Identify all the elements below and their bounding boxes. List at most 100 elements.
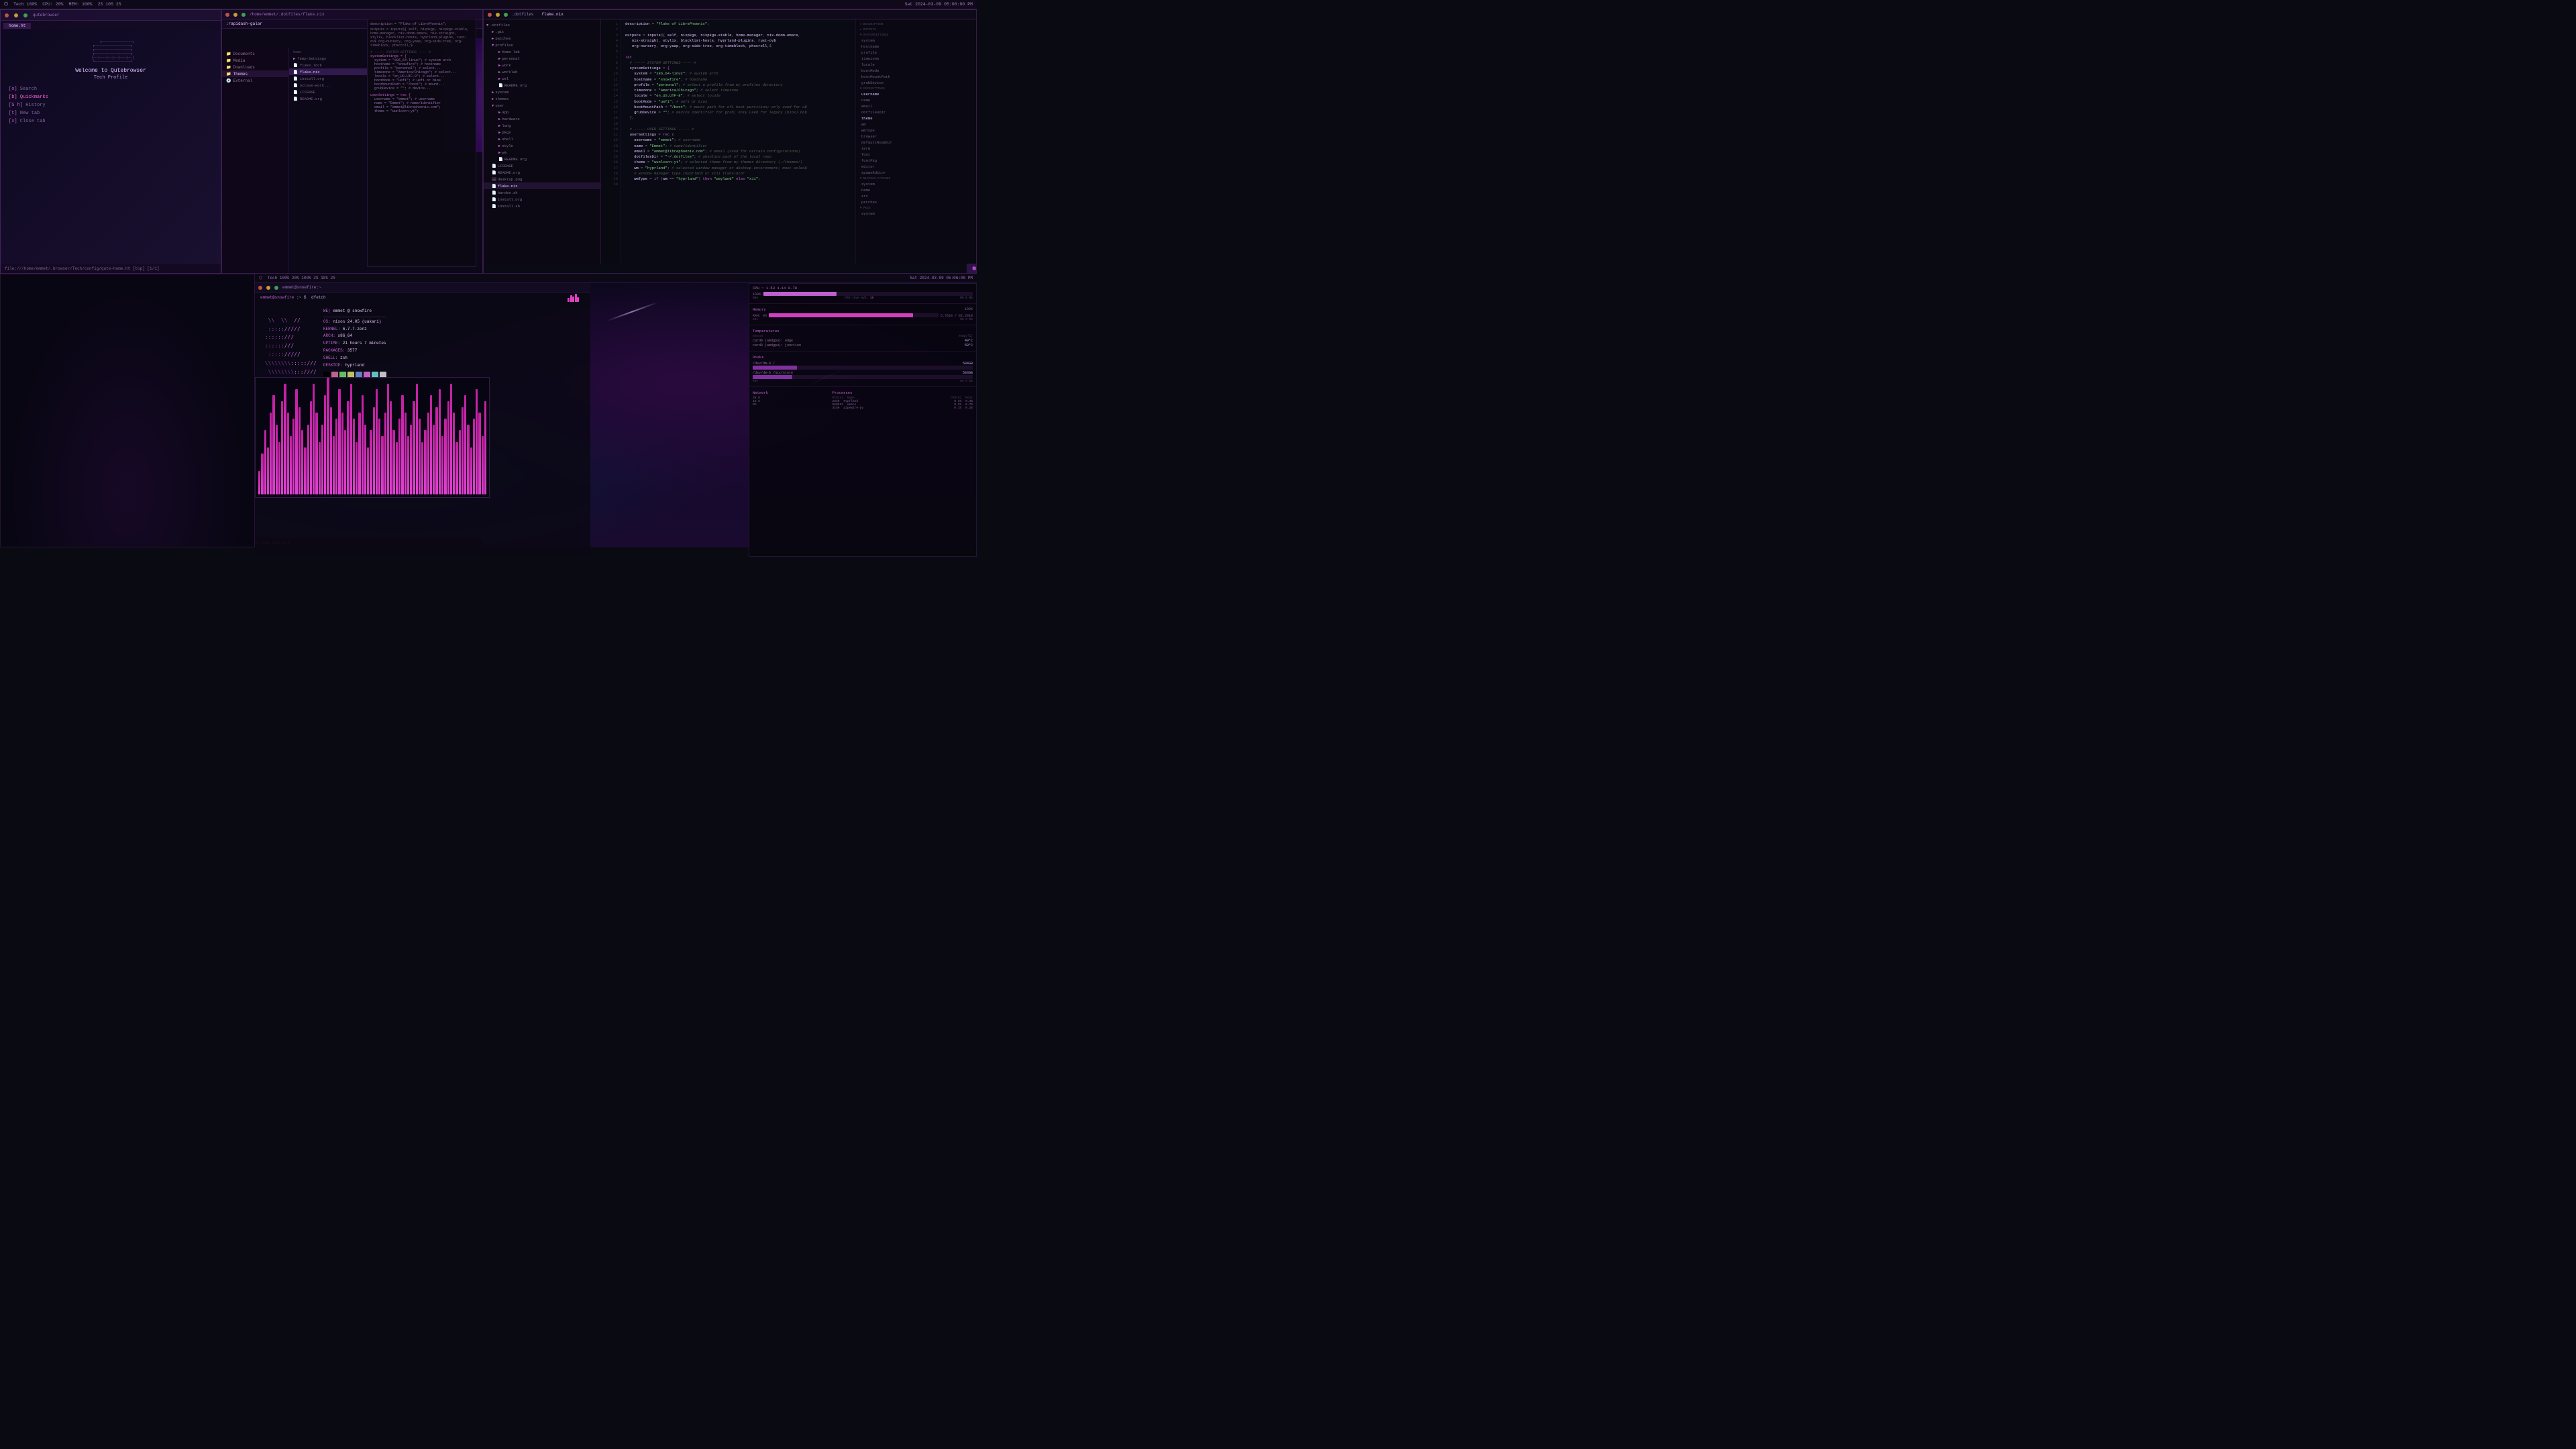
fm-sidebar-themes[interactable]: 📁Themes bbox=[222, 70, 288, 77]
ed-max-btn[interactable] bbox=[504, 13, 508, 17]
ed-tree-installsh[interactable]: 📄 install.sh bbox=[484, 203, 600, 209]
ed-outline-pkgs-system[interactable]: system bbox=[856, 211, 976, 217]
ed-close-btn[interactable] bbox=[488, 13, 492, 17]
ed-outline-grubdevice[interactable]: grubDevice bbox=[856, 80, 976, 86]
ed-tree-readme-root[interactable]: 📄 README.org bbox=[484, 169, 600, 176]
ed-tree-worklab[interactable]: ▶ worklab bbox=[484, 68, 600, 75]
ed-tree-license[interactable]: 📄 LICENSE bbox=[484, 162, 600, 169]
spec-bar-63 bbox=[439, 389, 441, 494]
ed-outline-profile[interactable]: profile bbox=[856, 50, 976, 56]
ed-outline-font[interactable]: font bbox=[856, 152, 976, 158]
ed-tree-lang[interactable]: ▶ lang bbox=[484, 122, 600, 129]
folder-icon-wm: ▶ bbox=[498, 150, 500, 155]
ed-tree-pkgs[interactable]: ▶ pkgs bbox=[484, 129, 600, 136]
ed-tree-hardensh[interactable]: 📄 harden.sh bbox=[484, 189, 600, 196]
qb-tab-active[interactable]: home.ht bbox=[3, 23, 31, 29]
ed-outline-timezone[interactable]: timezone bbox=[856, 56, 976, 62]
qb-ascii-art: ┌┈┈┈┈┈┈┈┈┈┈┈┈┈┈┈┐ ┌┈┈┈┈┈┈┈┈┈┈┈┈┈┈┈┈┈┈┐ ┌… bbox=[9, 36, 213, 64]
ed-outline-defaultroam[interactable]: defaultRoamDir bbox=[856, 140, 976, 146]
ed-tree-git[interactable]: ▶ .git bbox=[484, 28, 600, 35]
ed-tree-personal[interactable]: ▶ personal bbox=[484, 55, 600, 62]
ed-outline-np-system[interactable]: system bbox=[856, 181, 976, 187]
fm-sidebar-documents[interactable]: 📁Documents bbox=[222, 50, 288, 57]
sm-disks-title: Disks bbox=[753, 355, 973, 360]
ed-tree-user[interactable]: ▼ user bbox=[484, 102, 600, 109]
ed-outline-system[interactable]: system bbox=[856, 38, 976, 44]
spec-bar-22 bbox=[321, 425, 323, 494]
ed-tree-readme-user[interactable]: 📄 README.org bbox=[484, 156, 600, 162]
ed-tree-system[interactable]: ▶ system bbox=[484, 89, 600, 95]
ed-outline-theme[interactable]: theme bbox=[856, 115, 976, 121]
sm-temps-title: Temperatures bbox=[753, 329, 973, 333]
ed-outline-spawnedit[interactable]: spawnEditor bbox=[856, 170, 976, 176]
fm-sidebar-external[interactable]: 💿External bbox=[222, 77, 288, 84]
sm-temp-edge-val: 49°C bbox=[965, 339, 973, 343]
qb-menu-quickmarks[interactable]: [b] Quickmarks bbox=[9, 94, 213, 102]
file-icon-desktop: 🖼 bbox=[492, 177, 496, 182]
ed-tree-root[interactable]: ▼ .dotfiles bbox=[484, 21, 600, 28]
sm-proc-3-name: pipewire-pu bbox=[843, 407, 950, 410]
win-close[interactable] bbox=[5, 13, 9, 17]
fm-min-btn[interactable] bbox=[233, 13, 237, 17]
ed-tree-work[interactable]: ▶ work bbox=[484, 62, 600, 68]
ed-filetree: ▼ .dotfiles ▶ .git ▶ patches ▼ profiles … bbox=[484, 19, 601, 264]
ed-outline-locale[interactable]: locale bbox=[856, 62, 976, 68]
ed-line-numbers: 1234567891011121314151617181920212223242… bbox=[601, 19, 621, 264]
ed-outline-np-src[interactable]: src bbox=[856, 193, 976, 199]
outline-outputs-icon: ▸ bbox=[860, 28, 862, 32]
ed-tree-profiles[interactable]: ▼ profiles bbox=[484, 42, 600, 48]
ed-outline-username[interactable]: username bbox=[856, 91, 976, 97]
spec-bar-27 bbox=[335, 419, 337, 494]
ed-tree-hardware[interactable]: ▶ hardware bbox=[484, 115, 600, 122]
win-min[interactable] bbox=[14, 13, 18, 17]
ed-outline-editor[interactable]: editor bbox=[856, 164, 976, 170]
fm-max-btn[interactable] bbox=[241, 13, 246, 17]
ed-outline-browser[interactable]: browser bbox=[856, 133, 976, 140]
ed-outline-np-patches[interactable]: patches bbox=[856, 199, 976, 205]
ed-tree-installorg[interactable]: 📄 install.org bbox=[484, 196, 600, 203]
ed-outline-bootmode[interactable]: bootMode bbox=[856, 68, 976, 74]
ed-tree-wsl[interactable]: ▶ wsl bbox=[484, 75, 600, 82]
ed-outline-dotfilesdir[interactable]: dotfilesDir bbox=[856, 109, 976, 115]
ed-outline-name[interactable]: name bbox=[856, 97, 976, 103]
ed-tree-readme-profiles[interactable]: 📄 README.org bbox=[484, 82, 600, 89]
bottom-workspace: Tech 100% 20% 100% 2S 10S 2S bbox=[268, 276, 335, 280]
ed-tree-patches[interactable]: ▶ patches bbox=[484, 35, 600, 42]
qb-menu-history[interactable]: [S h] History bbox=[9, 102, 213, 110]
ed-outline-np-name[interactable]: name bbox=[856, 187, 976, 193]
ed-outline-term[interactable]: term bbox=[856, 146, 976, 152]
ed-min-btn[interactable] bbox=[496, 13, 500, 17]
ed-outline-email[interactable]: email bbox=[856, 103, 976, 109]
fm-sidebar-downloads[interactable]: 📁Downloads bbox=[222, 64, 288, 70]
fm-sidebar-media[interactable]: 📁Media bbox=[222, 57, 288, 64]
neo-min-btn[interactable] bbox=[266, 286, 270, 290]
ed-outline-wmtype[interactable]: wmType bbox=[856, 127, 976, 133]
qb-menu-closetab[interactable]: [x] Close tab bbox=[9, 118, 213, 126]
win-max[interactable] bbox=[23, 13, 28, 17]
ed-outline-wm[interactable]: wm bbox=[856, 121, 976, 127]
ed-tree-wm[interactable]: ▶ wm bbox=[484, 149, 600, 156]
ed-tree-desktop[interactable]: 🖼 desktop.png bbox=[484, 176, 600, 182]
neo-close-btn[interactable] bbox=[258, 286, 262, 290]
spec-bar-40 bbox=[373, 407, 375, 495]
fm-close-btn[interactable] bbox=[225, 13, 229, 17]
outline-icon: ▸ bbox=[860, 23, 862, 26]
ed-tree-flakenix[interactable]: 📄 flake.nix bbox=[484, 182, 600, 189]
ed-outline-hostname[interactable]: hostname bbox=[856, 44, 976, 50]
spec-bar-67 bbox=[450, 384, 452, 494]
bottom-topbar-left: ⬡ Tech 100% 20% 100% 2S 10S 2S bbox=[259, 276, 335, 280]
ed-tree-homelab[interactable]: ▶ home lab bbox=[484, 48, 600, 55]
neo-max-btn[interactable] bbox=[274, 286, 278, 290]
ed-main-area: ▼ .dotfiles ▶ .git ▶ patches ▼ profiles … bbox=[484, 19, 976, 264]
ed-tree-themes[interactable]: ▶ themes bbox=[484, 95, 600, 102]
ed-tree-shell[interactable]: ▶ shell bbox=[484, 136, 600, 142]
sm-disk-1-name: /dev/dm-0 / bbox=[753, 362, 775, 366]
sm-disk-2-fill bbox=[753, 375, 792, 379]
ed-outline-bootmount[interactable]: bootMountPath bbox=[856, 74, 976, 80]
ed-outline-fontpkg[interactable]: fontPkg bbox=[856, 158, 976, 164]
ed-tree-app[interactable]: ▶ app bbox=[484, 109, 600, 115]
ed-tree-style[interactable]: ▶ style bbox=[484, 142, 600, 149]
qb-menu-newtab[interactable]: [t] New tab bbox=[9, 110, 213, 118]
qb-menu-search[interactable]: [o] Search bbox=[9, 86, 213, 94]
spec-bar-65 bbox=[444, 419, 446, 494]
